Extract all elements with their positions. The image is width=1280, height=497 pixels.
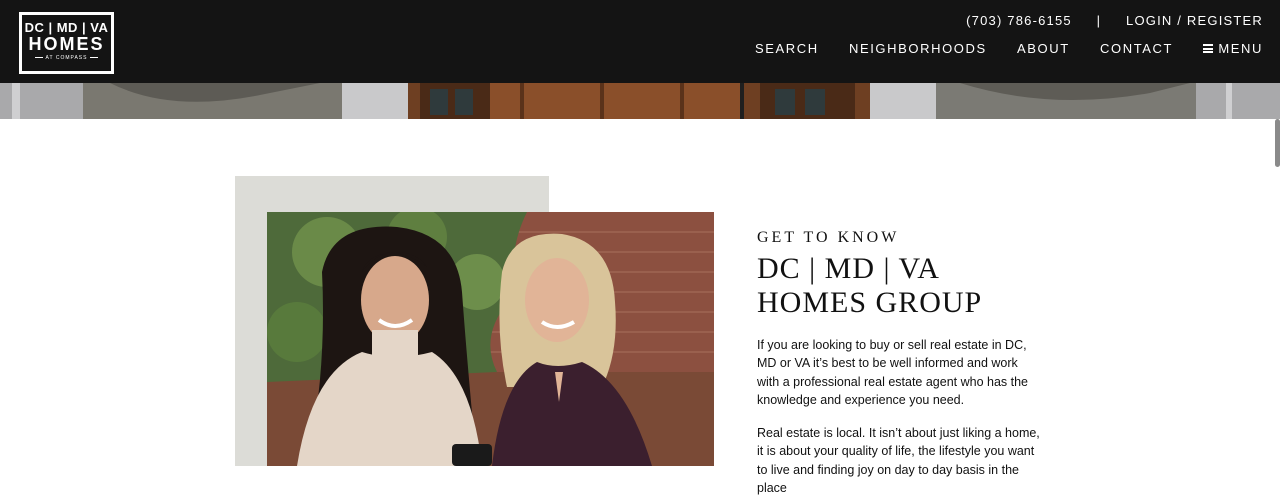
nav-contact[interactable]: CONTACT (1100, 41, 1173, 56)
about-paragraph-1: If you are looking to buy or sell real e… (757, 338, 1029, 407)
nav-about[interactable]: ABOUT (1017, 41, 1070, 56)
menu-button[interactable]: MENU (1203, 41, 1263, 56)
team-photo-illustration (267, 212, 714, 466)
login-register-link[interactable]: LOGIN / REGISTER (1126, 13, 1263, 28)
logo-line3: AT COMPASS (22, 54, 111, 62)
hero-image (0, 83, 1280, 119)
phone-link[interactable]: (703) 786-6155 (966, 13, 1072, 28)
site-logo[interactable]: DC | MD | VA HOMES AT COMPASS (19, 12, 114, 74)
team-photo (267, 212, 714, 466)
utility-separator: | (1096, 13, 1102, 28)
logo-line1: DC | MD | VA (24, 20, 109, 35)
logo-line3-text: AT COMPASS (45, 55, 88, 61)
site-header: DC | MD | VA HOMES AT COMPASS (703) 786-… (0, 0, 1280, 83)
main-nav: SEARCH NEIGHBORHOODS ABOUT CONTACT MENU (730, 41, 1263, 56)
about-paragraph-2: Real estate is local. It isn’t about jus… (757, 426, 1040, 496)
about-headline: DC | MD | VA HOMES GROUP (757, 252, 983, 319)
hero-house-facade (0, 83, 1280, 119)
about-text: GET TO KNOW DC | MD | VA HOMES GROUP If … (757, 228, 1042, 497)
hamburger-icon (1203, 44, 1214, 54)
nav-neighborhoods[interactable]: NEIGHBORHOODS (849, 41, 987, 56)
logo-line2: HOMES (28, 34, 105, 54)
utility-bar: (703) 786-6155 | LOGIN / REGISTER (966, 13, 1263, 28)
page-scrollbar[interactable] (1275, 119, 1280, 167)
menu-label: MENU (1218, 41, 1263, 56)
about-eyebrow: GET TO KNOW (757, 229, 900, 246)
nav-search[interactable]: SEARCH (755, 41, 819, 56)
